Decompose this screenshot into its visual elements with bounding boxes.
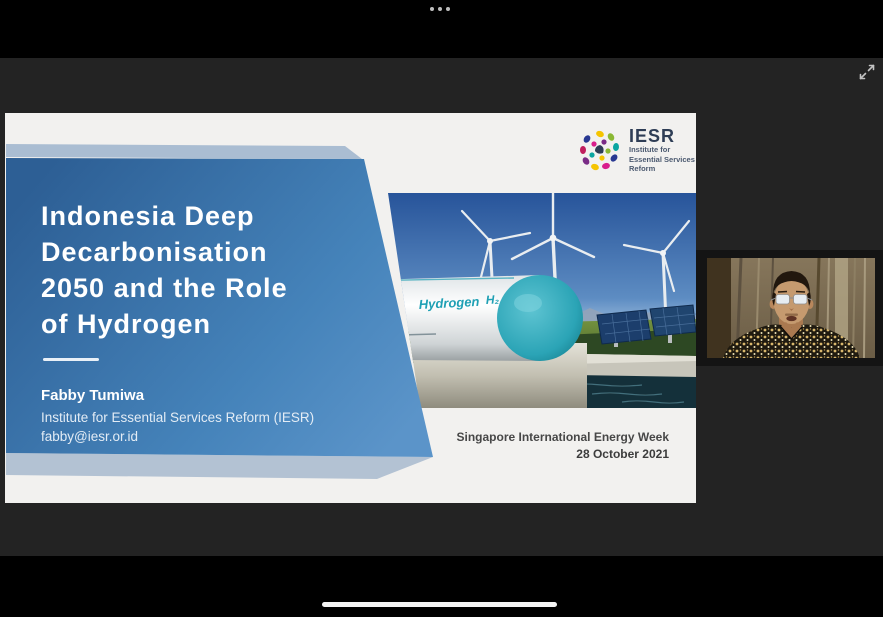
event-block: Singapore International Energy Week 28 O… — [457, 429, 670, 463]
mustache — [785, 314, 798, 316]
event-date: 28 October 2021 — [457, 446, 670, 463]
title-line: Indonesia Deep — [41, 198, 288, 234]
slide-title: Indonesia Deep Decarbonisation 2050 and … — [41, 198, 288, 342]
speaker-name: Fabby Tumiwa — [41, 387, 314, 404]
participant-video[interactable] — [707, 258, 875, 358]
expand-view-button[interactable] — [856, 61, 878, 83]
iesr-logo-text: IESR Institute for Essential Services Re… — [629, 127, 695, 174]
speaker-block: Fabby Tumiwa Institute for Essential Ser… — [41, 387, 314, 446]
iesr-org-line: Reform — [629, 165, 695, 174]
speaker-organization: Institute for Essential Services Reform … — [41, 409, 314, 428]
title-divider — [43, 358, 99, 361]
meeting-window: Hydrogen H₂ Indonesia Deep Decarbonisati… — [0, 0, 883, 617]
speaker-email: fabby@iesr.or.id — [41, 428, 314, 447]
iesr-logo: IESR Institute for Essential Services Re… — [578, 127, 695, 174]
iesr-acronym: IESR — [629, 127, 695, 145]
title-line: 2050 and the Role — [41, 270, 288, 306]
event-name: Singapore International Energy Week — [457, 429, 670, 446]
iesr-swirl-icon — [578, 127, 622, 173]
speaker-webcam-feed — [707, 258, 875, 358]
window-drag-handle-bar[interactable] — [322, 602, 557, 607]
bottom-accent-strip — [6, 453, 433, 479]
shared-slide: Hydrogen H₂ Indonesia Deep Decarbonisati… — [5, 113, 696, 503]
top-accent-strip — [6, 144, 362, 159]
iesr-org-line: Institute for — [629, 146, 695, 155]
mouth — [786, 316, 796, 321]
dot — [446, 7, 450, 11]
title-line: Decarbonisation — [41, 234, 288, 270]
title-line: of Hydrogen — [41, 306, 288, 342]
dot — [430, 7, 434, 11]
dark-corner — [707, 258, 731, 358]
dot — [438, 7, 442, 11]
diagonal-expand-arrows-icon — [856, 61, 878, 83]
iesr-org-line: Essential Services — [629, 156, 695, 165]
window-menu-dots-icon[interactable] — [430, 7, 450, 11]
